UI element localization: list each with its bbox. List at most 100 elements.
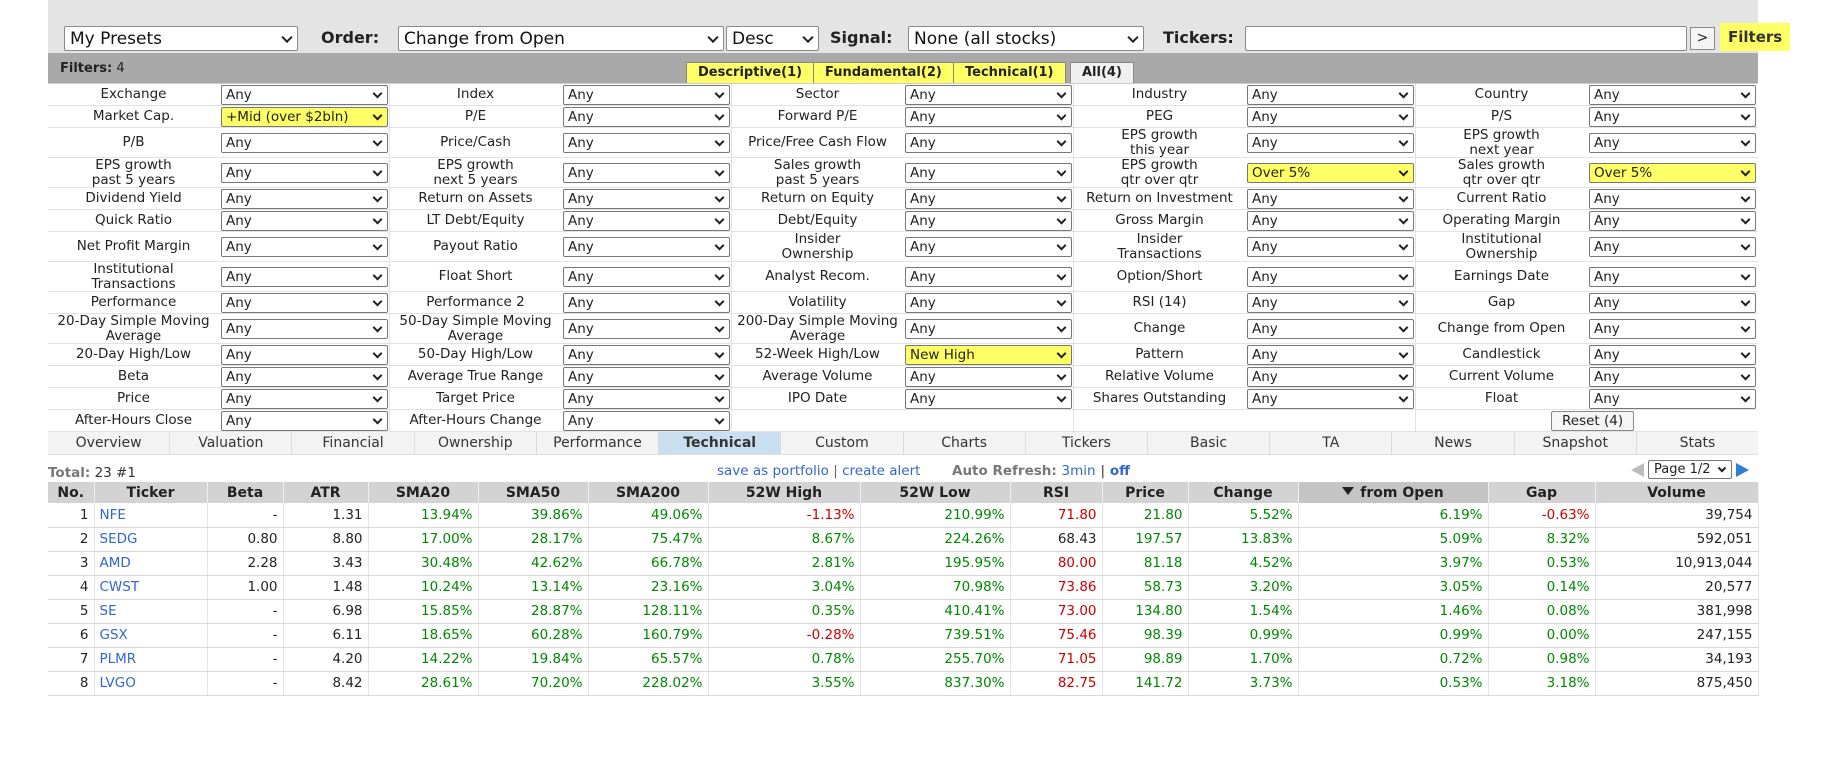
- filter-select-payout-ratio[interactable]: Any: [563, 236, 730, 257]
- column-header-ticker[interactable]: Ticker: [94, 482, 208, 503]
- column-header-beta[interactable]: Beta: [207, 482, 284, 503]
- filter-select-50-day-high-low[interactable]: Any: [563, 344, 730, 365]
- reset-filters-button[interactable]: Reset (4): [1551, 410, 1635, 431]
- filter-select-average-volume[interactable]: Any: [905, 366, 1072, 387]
- filter-select-eps-growth-next-5-years[interactable]: Any: [563, 162, 730, 183]
- filter-select-relative-volume[interactable]: Any: [1247, 366, 1414, 387]
- filter-select-current-ratio[interactable]: Any: [1589, 188, 1756, 209]
- filter-select-float[interactable]: Any: [1589, 388, 1756, 409]
- tickers-input[interactable]: [1245, 26, 1687, 51]
- filter-select-float-short[interactable]: Any: [563, 266, 730, 287]
- refresh-off-link[interactable]: off: [1110, 463, 1130, 479]
- filter-select-sales-growth-qtr-over-qtr[interactable]: Over 5%: [1589, 162, 1756, 183]
- column-header-rsi[interactable]: RSI: [1010, 482, 1103, 503]
- filter-select-pattern[interactable]: Any: [1247, 344, 1414, 365]
- column-header-from-open[interactable]: from Open: [1298, 482, 1489, 503]
- filter-select-return-on-assets[interactable]: Any: [563, 188, 730, 209]
- filter-select-exchange[interactable]: Any: [221, 84, 388, 105]
- filter-select-country[interactable]: Any: [1589, 84, 1756, 105]
- signal-select[interactable]: None (all stocks): [908, 26, 1144, 51]
- filter-select-eps-growth-next-year[interactable]: Any: [1589, 132, 1756, 153]
- filter-select-price-free-cash-flow[interactable]: Any: [905, 132, 1072, 153]
- tab-basic[interactable]: Basic: [1148, 432, 1271, 454]
- page-select[interactable]: Page 1/2: [1648, 460, 1732, 479]
- tab-descriptive[interactable]: Descriptive(1): [686, 62, 815, 83]
- column-header-gap[interactable]: Gap: [1488, 482, 1596, 503]
- order-direction-select[interactable]: Desc: [726, 26, 819, 51]
- filter-select-p-b[interactable]: Any: [221, 132, 388, 153]
- filter-select-current-volume[interactable]: Any: [1589, 366, 1756, 387]
- ticker-link[interactable]: SE: [94, 599, 208, 624]
- filter-select-after-hours-close[interactable]: Any: [221, 410, 388, 431]
- tab-valuation[interactable]: Valuation: [170, 432, 293, 454]
- filter-select-performance-2[interactable]: Any: [563, 292, 730, 313]
- filter-select-sales-growth-past-5-years[interactable]: Any: [905, 162, 1072, 183]
- ticker-link[interactable]: GSX: [94, 623, 208, 648]
- ticker-link[interactable]: PLMR: [94, 647, 208, 672]
- filter-select-target-price[interactable]: Any: [563, 388, 730, 409]
- filter-select-net-profit-margin[interactable]: Any: [221, 236, 388, 257]
- filter-select-insider-transactions[interactable]: Any: [1247, 236, 1414, 257]
- prev-page-icon[interactable]: [1631, 462, 1644, 477]
- filters-toggle-button[interactable]: Filters: [1720, 23, 1791, 68]
- filter-select-institutional-transactions[interactable]: Any: [221, 266, 388, 287]
- table-row[interactable]: 6 GSX -6.11 18.65% 60.28% 160.79% -0.28% 739.51…: [48, 623, 1759, 648]
- table-row[interactable]: 3 AMD 2.28 3.43 30.48% 42.62% 66.78% 2.81% 195.9…: [48, 551, 1759, 576]
- filter-select-lt-debt-equity[interactable]: Any: [563, 210, 730, 231]
- filter-select-average-true-range[interactable]: Any: [563, 366, 730, 387]
- filter-select-shares-outstanding[interactable]: Any: [1247, 388, 1414, 409]
- filter-select-20-day-simple-moving-average[interactable]: Any: [221, 318, 388, 339]
- filter-select-option-short[interactable]: Any: [1247, 266, 1414, 287]
- tab-tickers[interactable]: Tickers: [1026, 432, 1148, 454]
- filter-select-p-e[interactable]: Any: [563, 106, 730, 127]
- table-row[interactable]: 4 CWST 1.00 1.48 10.24% 13.14% 23.16% 3.04% 70.9…: [48, 575, 1759, 600]
- save-portfolio-link[interactable]: save as portfolio: [717, 463, 829, 479]
- ticker-link[interactable]: SEDG: [94, 527, 208, 552]
- tab-fundamental[interactable]: Fundamental(2): [813, 62, 954, 83]
- column-header-volume[interactable]: Volume: [1595, 482, 1759, 503]
- filter-select-return-on-investment[interactable]: Any: [1247, 188, 1414, 209]
- filter-select-52-week-high-low[interactable]: New High: [905, 344, 1072, 365]
- column-header-no[interactable]: No.: [48, 482, 95, 503]
- column-header-52w-high[interactable]: 52W High: [708, 482, 861, 503]
- filter-select-sector[interactable]: Any: [905, 84, 1072, 105]
- tab-overview[interactable]: Overview: [48, 432, 171, 454]
- presets-select[interactable]: My Presets: [64, 26, 298, 51]
- ticker-link[interactable]: NFE: [94, 503, 208, 528]
- filter-select-eps-growth-this-year[interactable]: Any: [1247, 132, 1414, 153]
- filter-select-p-s[interactable]: Any: [1589, 106, 1756, 127]
- filter-select-peg[interactable]: Any: [1247, 106, 1414, 127]
- filter-select-change-from-open[interactable]: Any: [1589, 318, 1756, 339]
- filter-select-insider-ownership[interactable]: Any: [905, 236, 1072, 257]
- ticker-link[interactable]: AMD: [94, 551, 208, 576]
- tab-technical[interactable]: Technical: [659, 432, 782, 454]
- filter-select-eps-growth-qtr-over-qtr[interactable]: Over 5%: [1247, 162, 1414, 183]
- filter-select-gross-margin[interactable]: Any: [1247, 210, 1414, 231]
- filter-select-price-cash[interactable]: Any: [563, 132, 730, 153]
- filter-select-industry[interactable]: Any: [1247, 84, 1414, 105]
- filter-select-candlestick[interactable]: Any: [1589, 344, 1756, 365]
- filter-select-operating-margin[interactable]: Any: [1589, 210, 1756, 231]
- column-header-sma50[interactable]: SMA50: [478, 482, 589, 503]
- filter-select-debt-equity[interactable]: Any: [905, 210, 1072, 231]
- table-row[interactable]: 7 PLMR -4.20 14.22% 19.84% 65.57% 0.78% 255.70%…: [48, 647, 1759, 672]
- filter-select-200-day-simple-moving-average[interactable]: Any: [905, 318, 1072, 339]
- filter-select-quick-ratio[interactable]: Any: [221, 210, 388, 231]
- filter-select-50-day-simple-moving-average[interactable]: Any: [563, 318, 730, 339]
- ticker-link[interactable]: LVGO: [94, 671, 208, 696]
- tab-stats[interactable]: Stats: [1637, 432, 1758, 454]
- filter-select-institutional-ownership[interactable]: Any: [1589, 236, 1756, 257]
- tab-ta[interactable]: TA: [1270, 432, 1393, 454]
- order-select[interactable]: Change from Open: [398, 26, 724, 51]
- filter-select-performance[interactable]: Any: [221, 292, 388, 313]
- table-row[interactable]: 1 NFE -1.31 13.94% 39.86% 49.06% -1.13% 210.99%…: [48, 503, 1759, 528]
- table-row[interactable]: 8 LVGO -8.42 28.61% 70.20% 228.02% 3.55% 837.30…: [48, 671, 1759, 696]
- tab-financial[interactable]: Financial: [292, 432, 415, 454]
- filter-select-market-cap[interactable]: +Mid (over $2bln): [221, 106, 388, 127]
- filter-select-dividend-yield[interactable]: Any: [221, 188, 388, 209]
- tickers-go-button[interactable]: >: [1690, 27, 1715, 50]
- ticker-link[interactable]: CWST: [94, 575, 208, 600]
- create-alert-link[interactable]: create alert: [842, 463, 920, 479]
- filter-select-ipo-date[interactable]: Any: [905, 388, 1072, 409]
- tab-news[interactable]: News: [1392, 432, 1515, 454]
